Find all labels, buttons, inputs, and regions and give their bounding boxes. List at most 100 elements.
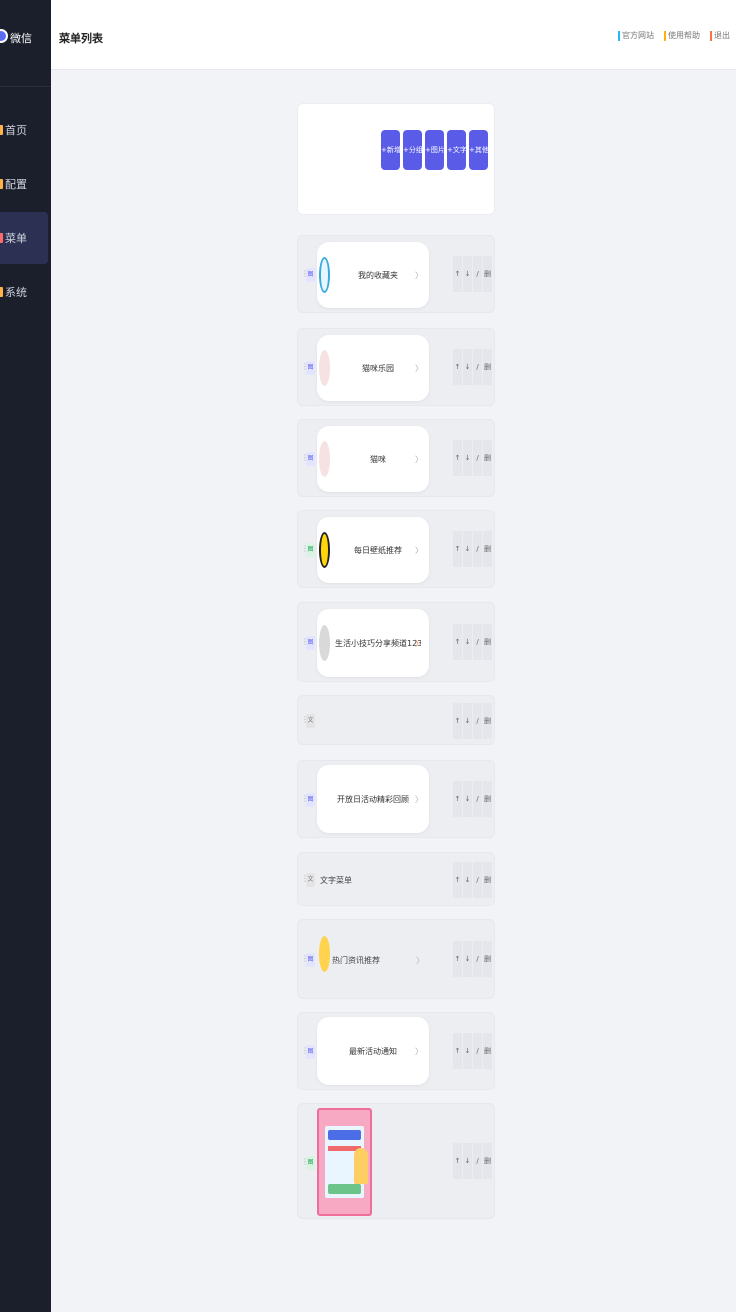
- chevron-right-icon: 〉: [415, 364, 423, 373]
- row-actions: ↑ ↓ / 删: [453, 624, 492, 660]
- edit-button[interactable]: /: [473, 440, 482, 476]
- menu-card[interactable]: 每日壁纸推荐 〉: [317, 517, 429, 583]
- menu-card-title: 我的收藏夹: [358, 271, 398, 280]
- chevron-right-icon: 〉: [415, 639, 423, 648]
- edit-button[interactable]: /: [473, 349, 482, 385]
- delete-button[interactable]: 删: [483, 1033, 492, 1069]
- menu-card[interactable]: 最新活动通知 〉: [317, 1017, 429, 1085]
- move-down-button[interactable]: ↓: [463, 862, 472, 898]
- add-other-button[interactable]: +其他: [469, 130, 488, 170]
- row-actions: ↑ ↓ / 删: [453, 440, 492, 476]
- move-down-button[interactable]: ↓: [463, 440, 472, 476]
- move-down-button[interactable]: ↓: [463, 256, 472, 292]
- sidebar-item-label: 系统: [5, 286, 27, 299]
- sidebar-divider: [0, 86, 51, 87]
- menu-icon: [0, 233, 3, 243]
- menu-row[interactable]: ⋮ 图标 热门资讯推荐 〉 ↑ ↓ / 删: [297, 919, 495, 999]
- delete-button[interactable]: 删: [483, 440, 492, 476]
- cat-icon: [319, 441, 330, 477]
- brand: 微信: [0, 20, 51, 60]
- move-down-button[interactable]: ↓: [463, 941, 472, 977]
- type-tag: 图标: [306, 543, 315, 557]
- move-down-button[interactable]: ↓: [463, 781, 472, 817]
- add-group-button[interactable]: +分组: [403, 130, 422, 170]
- edit-button[interactable]: /: [473, 624, 482, 660]
- move-up-button[interactable]: ↑: [453, 781, 462, 817]
- number-seven-icon: [319, 532, 330, 568]
- edit-button[interactable]: /: [473, 862, 482, 898]
- delete-button[interactable]: 删: [483, 624, 492, 660]
- delete-button[interactable]: 删: [483, 256, 492, 292]
- edit-button[interactable]: /: [473, 941, 482, 977]
- menu-row[interactable]: ⋮ 图标 猫咪乐园 〉 ↑ ↓ / 删: [297, 328, 495, 406]
- move-down-button[interactable]: ↓: [463, 1143, 472, 1179]
- page-title: 菜单列表: [59, 32, 103, 45]
- sidebar-item-menu[interactable]: 菜单: [0, 212, 48, 264]
- move-up-button[interactable]: ↑: [453, 349, 462, 385]
- edit-button[interactable]: /: [473, 256, 482, 292]
- logout-link[interactable]: 退出: [710, 30, 730, 41]
- edit-button[interactable]: /: [473, 1033, 482, 1069]
- add-image-button[interactable]: +图片: [425, 130, 444, 170]
- menu-row[interactable]: ⋮ 图标 猫咪 〉 ↑ ↓ / 删: [297, 419, 495, 497]
- official-site-link[interactable]: 官方网站: [618, 30, 654, 41]
- menu-card[interactable]: 猫咪 〉: [317, 426, 429, 492]
- move-up-button[interactable]: ↑: [453, 624, 462, 660]
- row-actions: ↑ ↓ / 删: [453, 781, 492, 817]
- move-down-button[interactable]: ↓: [463, 624, 472, 660]
- config-icon: [0, 179, 3, 189]
- sidebar-item-config[interactable]: 配置: [0, 158, 48, 210]
- add-text-button[interactable]: +文字: [447, 130, 466, 170]
- menu-row[interactable]: ⋮ 图标 每日壁纸推荐 〉 ↑ ↓ / 删: [297, 510, 495, 588]
- edit-button[interactable]: /: [473, 703, 482, 739]
- menu-row[interactable]: ⋮ 文字 ↑ ↓ / 删: [297, 695, 495, 745]
- move-up-button[interactable]: ↑: [453, 440, 462, 476]
- add-menu-button[interactable]: +新增: [381, 130, 400, 170]
- sidebar-item-label: 菜单: [5, 232, 27, 245]
- edit-button[interactable]: /: [473, 1143, 482, 1179]
- delete-button[interactable]: 删: [483, 941, 492, 977]
- move-up-button[interactable]: ↑: [453, 1143, 462, 1179]
- move-up-button[interactable]: ↑: [453, 531, 462, 567]
- menu-card[interactable]: 开放日活动精彩回顾 〉: [317, 765, 429, 833]
- move-up-button[interactable]: ↑: [453, 1033, 462, 1069]
- menu-card-title: 最新活动通知: [349, 1047, 397, 1056]
- sidebar-item-home[interactable]: 首页: [0, 104, 48, 156]
- poster-title-banner: [328, 1130, 361, 1140]
- menu-card[interactable]: 猫咪乐园 〉: [317, 335, 429, 401]
- menu-card[interactable]: 我的收藏夹 〉: [317, 242, 429, 308]
- delete-button[interactable]: 删: [483, 703, 492, 739]
- edit-button[interactable]: /: [473, 781, 482, 817]
- move-up-button[interactable]: ↑: [453, 256, 462, 292]
- menu-row[interactable]: ⋮ 图片 ↑ ↓ / 删: [297, 1103, 495, 1219]
- move-down-button[interactable]: ↓: [463, 703, 472, 739]
- poster-image[interactable]: [317, 1108, 372, 1216]
- row-actions: ↑ ↓ / 删: [453, 349, 492, 385]
- delete-button[interactable]: 删: [483, 1143, 492, 1179]
- menu-card[interactable]: 生活小技巧分享频道1234 〉: [317, 609, 429, 677]
- move-down-button[interactable]: ↓: [463, 531, 472, 567]
- move-down-button[interactable]: ↓: [463, 1033, 472, 1069]
- delete-button[interactable]: 删: [483, 781, 492, 817]
- move-up-button[interactable]: ↑: [453, 703, 462, 739]
- menu-row[interactable]: ⋮ 图标 开放日活动精彩回顾 〉 ↑ ↓ / 删: [297, 760, 495, 838]
- move-up-button[interactable]: ↑: [453, 941, 462, 977]
- menu-row[interactable]: ⋮ 文字 文字菜单 ↑ ↓ / 删: [297, 852, 495, 906]
- menu-row[interactable]: ⋮ 图标 我的收藏夹 〉 ↑ ↓ / 删: [297, 235, 495, 313]
- chevron-right-icon: 〉: [415, 455, 423, 464]
- delete-button[interactable]: 删: [483, 349, 492, 385]
- row-actions: ↑ ↓ / 删: [453, 531, 492, 567]
- menu-row[interactable]: ⋮ 图标 生活小技巧分享频道1234 〉 ↑ ↓ / 删: [297, 602, 495, 682]
- help-link[interactable]: 使用帮助: [664, 30, 700, 41]
- menu-card-title: 开放日活动精彩回顾: [337, 795, 409, 804]
- type-tag: 图标: [306, 268, 315, 282]
- delete-button[interactable]: 删: [483, 531, 492, 567]
- menu-row[interactable]: ⋮ 图标 最新活动通知 〉 ↑ ↓ / 删: [297, 1012, 495, 1090]
- top-bar: 菜单列表 官方网站 使用帮助 退出: [51, 0, 736, 70]
- chevron-right-icon: 〉: [416, 956, 424, 965]
- sidebar-item-system[interactable]: 系统: [0, 266, 48, 318]
- move-down-button[interactable]: ↓: [463, 349, 472, 385]
- delete-button[interactable]: 删: [483, 862, 492, 898]
- edit-button[interactable]: /: [473, 531, 482, 567]
- move-up-button[interactable]: ↑: [453, 862, 462, 898]
